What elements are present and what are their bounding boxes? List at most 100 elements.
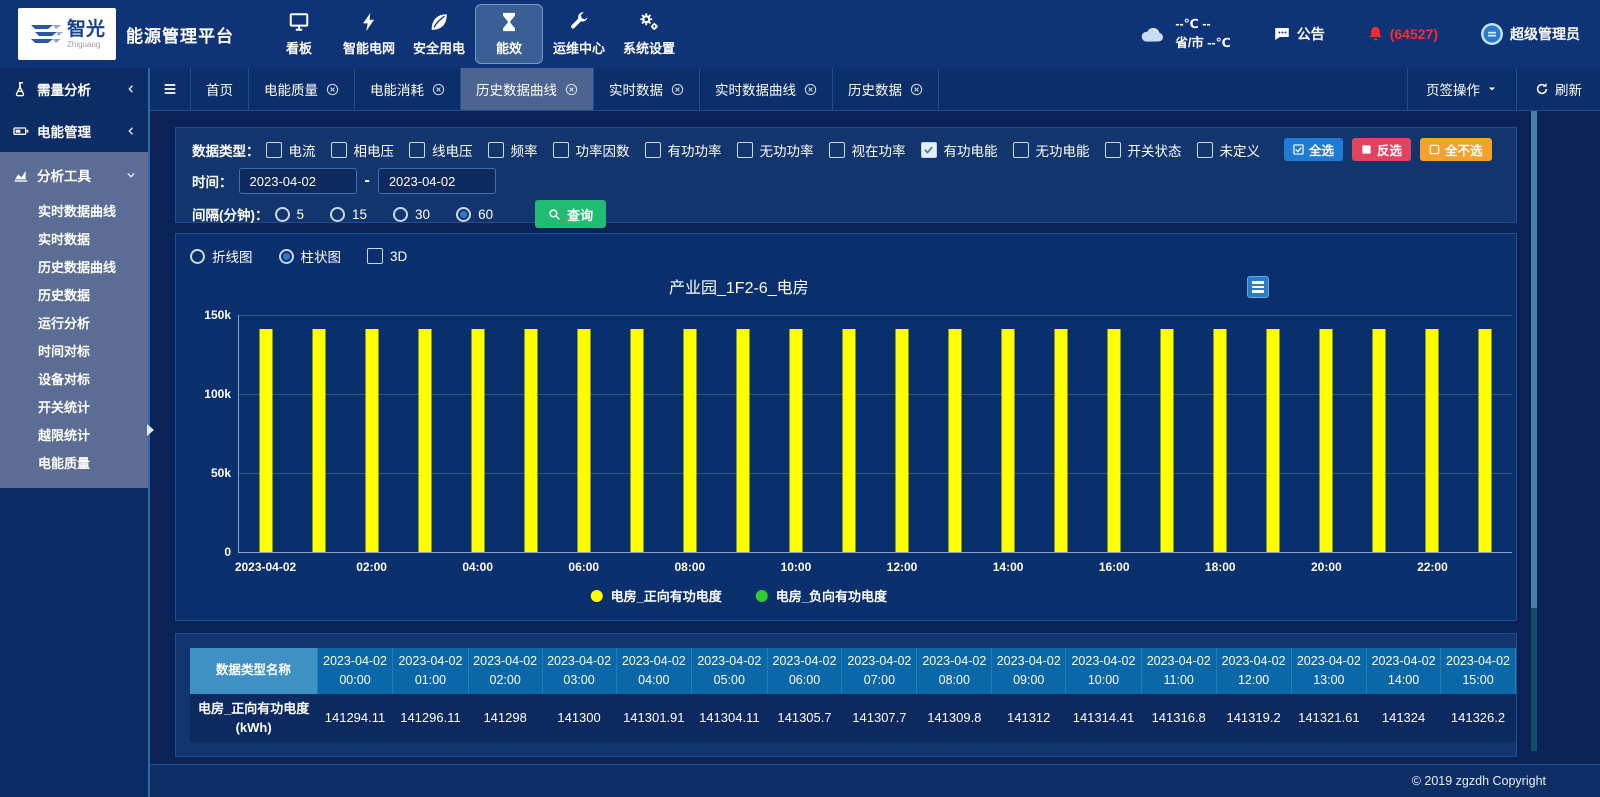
checkbox-有功电能[interactable]: 有功电能 xyxy=(921,140,998,160)
sidebar-group-header-analysis-tools[interactable]: 分析工具 xyxy=(0,152,148,198)
chart-mode-折线图[interactable]: 折线图 xyxy=(190,246,253,266)
nav-item-system-settings[interactable]: 系统设置 xyxy=(615,4,683,64)
sidebar-item-实时数据[interactable]: 实时数据 xyxy=(0,226,148,254)
nav-item-energy-efficiency[interactable]: 能效 xyxy=(475,4,543,64)
chart-bar[interactable] xyxy=(1373,329,1386,552)
chart-mode-3D[interactable]: 3D xyxy=(367,248,407,264)
checkbox-功率因数[interactable]: 功率因数 xyxy=(553,140,630,160)
chart-bar[interactable] xyxy=(1002,329,1015,552)
chart-mode-柱状图[interactable]: 柱状图 xyxy=(279,246,342,266)
interval-radio-5[interactable]: 5 xyxy=(275,207,305,222)
chart-bar[interactable] xyxy=(630,329,643,552)
sidebar-item-运行分析[interactable]: 运行分析 xyxy=(0,310,148,338)
checkbox-开关状态[interactable]: 开关状态 xyxy=(1105,140,1182,160)
date-from-input[interactable] xyxy=(239,168,357,194)
chart-bar[interactable] xyxy=(312,329,325,552)
chart-bar[interactable] xyxy=(1426,329,1439,552)
tab-电能质量[interactable]: 电能质量 xyxy=(249,68,355,110)
chart-bar[interactable] xyxy=(365,329,378,552)
chart-bar[interactable] xyxy=(524,329,537,552)
chart-bar[interactable] xyxy=(418,329,431,552)
checkbox-无功电能[interactable]: 无功电能 xyxy=(1013,140,1090,160)
user-menu[interactable]: 超级管理员 xyxy=(1480,22,1580,46)
chart-bar[interactable] xyxy=(259,329,272,552)
tab-menu-button[interactable] xyxy=(150,68,191,110)
close-icon[interactable] xyxy=(565,83,578,96)
close-icon[interactable] xyxy=(910,83,923,96)
sidebar-item-越限统计[interactable]: 越限统计 xyxy=(0,422,148,450)
chart-bar[interactable] xyxy=(1214,329,1227,552)
chart-toolbox-menu-icon[interactable] xyxy=(1247,276,1269,298)
tab-operations-dropdown[interactable]: 页签操作 xyxy=(1407,68,1516,110)
checkbox-无功功率[interactable]: 无功功率 xyxy=(737,140,814,160)
mode-label: 折线图 xyxy=(212,246,253,266)
sidebar-item-时间对标[interactable]: 时间对标 xyxy=(0,338,148,366)
sidebar-item-电能质量[interactable]: 电能质量 xyxy=(0,450,148,478)
tab-电能消耗[interactable]: 电能消耗 xyxy=(355,68,461,110)
refresh-button[interactable]: 刷新 xyxy=(1516,68,1600,110)
chart-bar[interactable] xyxy=(842,329,855,552)
tab-历史数据[interactable]: 历史数据 xyxy=(833,68,939,110)
checkbox-未定义[interactable]: 未定义 xyxy=(1197,140,1261,160)
close-icon[interactable] xyxy=(804,83,817,96)
checkbox-label: 开关状态 xyxy=(1128,140,1182,160)
chart-bar[interactable] xyxy=(736,329,749,552)
checkbox-相电压[interactable]: 相电压 xyxy=(331,140,395,160)
close-icon[interactable] xyxy=(671,83,684,96)
chart-bar[interactable] xyxy=(896,329,909,552)
chart-bar[interactable] xyxy=(949,329,962,552)
tab-实时数据[interactable]: 实时数据 xyxy=(594,68,700,110)
tab-首页[interactable]: 首页 xyxy=(191,68,249,110)
chart-bar[interactable] xyxy=(1320,329,1333,552)
chart-bar[interactable] xyxy=(1267,329,1280,552)
sidebar-collapse-handle[interactable] xyxy=(147,424,154,436)
announcement-button[interactable]: 公告 xyxy=(1273,24,1325,44)
close-icon[interactable] xyxy=(326,83,339,96)
chart-bar[interactable] xyxy=(683,329,696,552)
alarm-button[interactable]: (64527) xyxy=(1367,25,1438,43)
sidebar-item-历史数据曲线[interactable]: 历史数据曲线 xyxy=(0,254,148,282)
sidebar-group-header-demand-analysis[interactable]: 需量分析 xyxy=(0,68,148,110)
legend-item-电房_正向有功电度[interactable]: 电房_正向有功电度 xyxy=(591,586,722,605)
invert-select-button[interactable]: 反选 xyxy=(1352,138,1411,161)
sidebar-item-开关统计[interactable]: 开关统计 xyxy=(0,394,148,422)
chart-bar[interactable] xyxy=(1479,329,1492,552)
filled-box-icon xyxy=(1361,144,1372,155)
interval-radio-60[interactable]: 60 xyxy=(456,207,493,222)
sidebar-item-实时数据曲线[interactable]: 实时数据曲线 xyxy=(0,198,148,226)
select-none-button[interactable]: 全不选 xyxy=(1420,138,1492,161)
close-icon[interactable] xyxy=(432,83,445,96)
sidebar-item-历史数据[interactable]: 历史数据 xyxy=(0,282,148,310)
checkbox-有功功率[interactable]: 有功功率 xyxy=(645,140,722,160)
chart-bar[interactable] xyxy=(471,329,484,552)
tab-历史数据曲线[interactable]: 历史数据曲线 xyxy=(461,68,594,110)
checkbox-线电压[interactable]: 线电压 xyxy=(409,140,473,160)
checkbox-视在功率[interactable]: 视在功率 xyxy=(829,140,906,160)
chart-bar[interactable] xyxy=(577,329,590,552)
tab-label: 电能质量 xyxy=(264,79,318,99)
legend-item-电房_负向有功电度[interactable]: 电房_负向有功电度 xyxy=(756,586,887,605)
chart-bar[interactable] xyxy=(1055,329,1068,552)
query-button[interactable]: 查询 xyxy=(535,200,606,228)
interval-radio-15[interactable]: 15 xyxy=(330,207,367,222)
vertical-scrollbar[interactable] xyxy=(1531,111,1537,751)
nav-item-kanban[interactable]: 看板 xyxy=(265,4,333,64)
scrollbar-thumb[interactable] xyxy=(1531,111,1537,608)
chart-bar[interactable] xyxy=(1108,329,1121,552)
tab-实时数据曲线[interactable]: 实时数据曲线 xyxy=(700,68,833,110)
interval-radio-30[interactable]: 30 xyxy=(393,207,430,222)
checkbox-频率[interactable]: 频率 xyxy=(488,140,538,160)
date-to-input[interactable] xyxy=(378,168,496,194)
sidebar-group-header-energy-management[interactable]: 电能管理 xyxy=(0,110,148,152)
nav-item-safe-power[interactable]: 安全用电 xyxy=(405,4,473,64)
select-all-button[interactable]: 全选 xyxy=(1284,138,1343,161)
nav-item-smart-grid[interactable]: 智能电网 xyxy=(335,4,403,64)
chart-bar[interactable] xyxy=(1161,329,1174,552)
weather-temp: --℃ -- xyxy=(1175,15,1230,34)
checkbox-电流[interactable]: 电流 xyxy=(266,140,316,160)
checkbox-label: 相电压 xyxy=(354,140,395,160)
sidebar-item-设备对标[interactable]: 设备对标 xyxy=(0,366,148,394)
nav-item-ops-center[interactable]: 运维中心 xyxy=(545,4,613,64)
wrench-icon xyxy=(568,11,590,33)
chart-bar[interactable] xyxy=(789,329,802,552)
